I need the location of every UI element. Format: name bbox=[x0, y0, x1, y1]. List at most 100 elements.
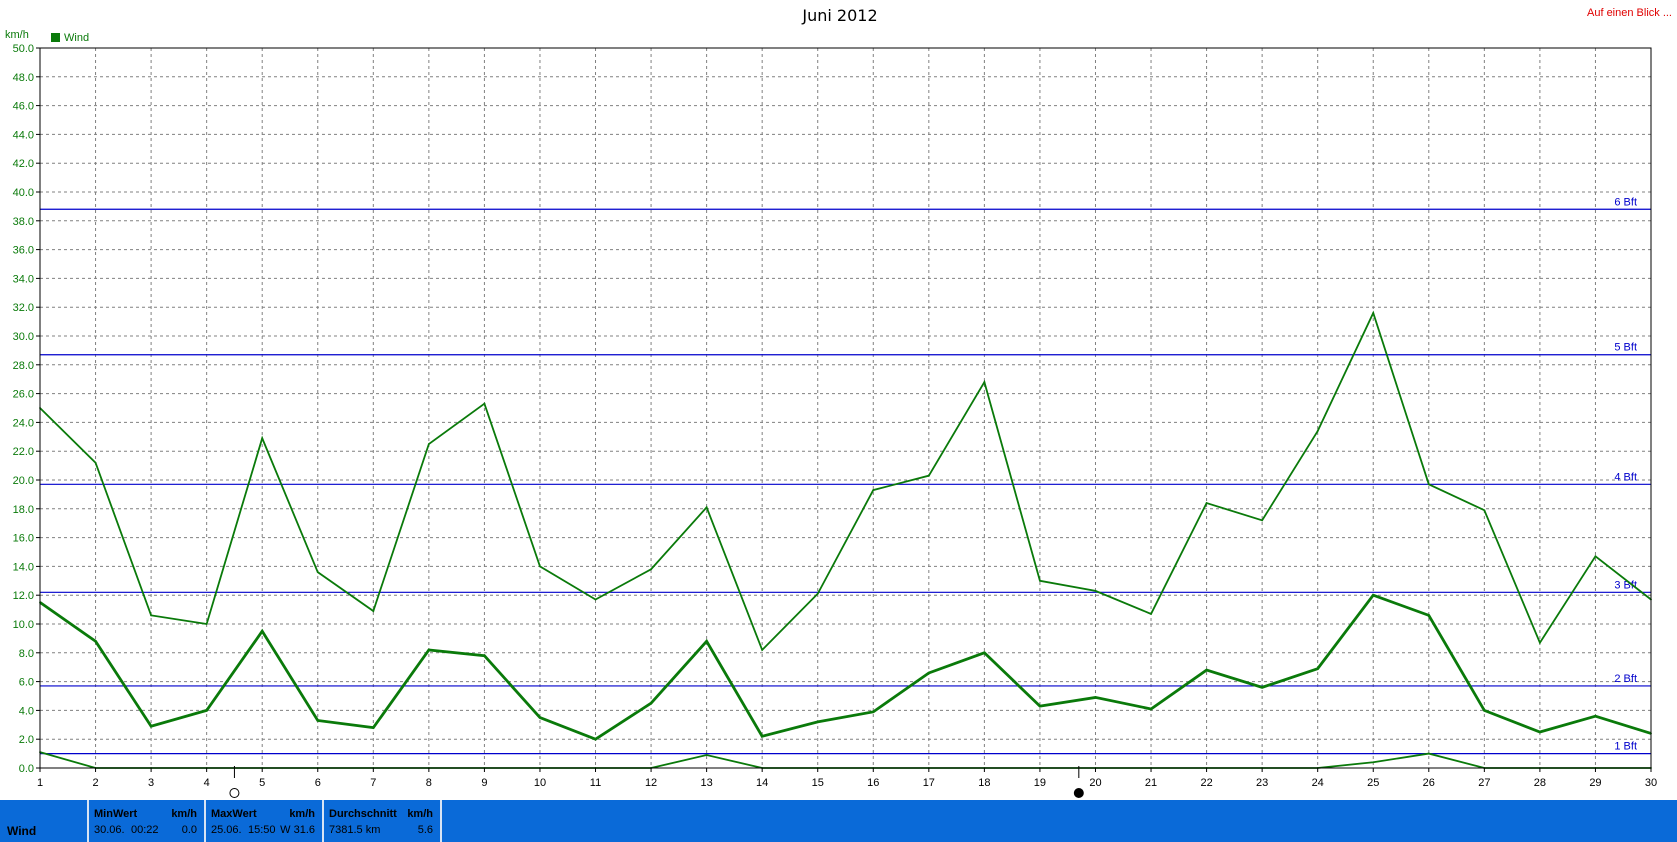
data-point-average bbox=[261, 630, 264, 633]
overview-link[interactable]: Auf einen Blick ... bbox=[1587, 7, 1672, 19]
x-tick-label: 17 bbox=[923, 777, 935, 789]
data-point-max bbox=[1427, 483, 1430, 486]
data-point-max bbox=[1594, 555, 1597, 558]
x-tick-label: 23 bbox=[1256, 777, 1268, 789]
data-point-max bbox=[1094, 589, 1097, 592]
data-point-average bbox=[1261, 686, 1264, 689]
x-tick-label: 28 bbox=[1534, 777, 1546, 789]
avg-unit: km/h bbox=[407, 808, 433, 820]
data-point-average bbox=[427, 649, 430, 651]
data-point-average bbox=[483, 654, 486, 657]
data-point-max bbox=[1039, 579, 1041, 582]
data-point-min bbox=[705, 754, 708, 756]
data-point-average bbox=[1094, 696, 1097, 699]
data-point-average bbox=[1483, 709, 1486, 712]
x-tick-label: 5 bbox=[259, 777, 265, 789]
x-tick-label: 30 bbox=[1645, 777, 1657, 789]
y-tick-label: 8.0 bbox=[19, 648, 34, 660]
y-tick-label: 4.0 bbox=[19, 705, 34, 717]
max-time: 15:50 bbox=[248, 824, 276, 836]
beaufort-label: 4 Bft bbox=[1614, 471, 1637, 483]
data-point-max bbox=[983, 381, 986, 383]
status-bar: Wind MinWert km/h 30.06. 00:22 0.0 MaxWe… bbox=[0, 800, 1677, 842]
data-point-average bbox=[594, 738, 597, 741]
y-tick-label: 18.0 bbox=[13, 504, 34, 516]
y-tick-label: 38.0 bbox=[13, 216, 34, 228]
axes: 0.0 2.0 4.0 6.0 8.0 10.0 12.0 14.0 16.0 18.0 20.0 2… bbox=[13, 43, 1658, 789]
data-point-average bbox=[983, 651, 986, 654]
data-point-max bbox=[761, 649, 764, 651]
data-point-max bbox=[1483, 509, 1486, 512]
avg-header: Durchschnitt bbox=[329, 808, 397, 820]
data-point-average bbox=[816, 721, 819, 723]
beaufort-label: 6 Bft bbox=[1614, 196, 1637, 208]
x-tick-label: 21 bbox=[1145, 777, 1157, 789]
x-tick-label: 18 bbox=[978, 777, 990, 789]
y-tick-label: 16.0 bbox=[13, 533, 34, 545]
data-point-max bbox=[1372, 312, 1375, 314]
y-tick-label: 44.0 bbox=[13, 129, 34, 141]
x-tick-label: 11 bbox=[590, 777, 601, 789]
data-point-average bbox=[205, 709, 208, 712]
x-tick-label: 12 bbox=[645, 777, 657, 789]
data-point-max bbox=[594, 598, 597, 601]
y-tick-label: 20.0 bbox=[13, 475, 34, 487]
x-tick-label: 29 bbox=[1589, 777, 1601, 789]
y-tick-label: 26.0 bbox=[13, 389, 34, 401]
data-point-average bbox=[650, 702, 652, 705]
data-point-average bbox=[372, 726, 375, 729]
x-tick-label: 25 bbox=[1367, 777, 1379, 789]
chart-title: Juni 2012 bbox=[801, 6, 877, 25]
y-tick-label: 14.0 bbox=[13, 561, 34, 573]
data-point-average bbox=[872, 710, 875, 713]
x-tick-label: 20 bbox=[1089, 777, 1101, 789]
beaufort-label: 5 Bft bbox=[1614, 342, 1637, 354]
x-tick-label: 1 bbox=[37, 777, 43, 789]
data-point-max bbox=[316, 571, 319, 574]
min-time: 00:22 bbox=[131, 824, 159, 836]
data-point-average bbox=[539, 716, 541, 719]
x-tick-label: 7 bbox=[370, 777, 376, 789]
y-axis-unit-label: km/h bbox=[5, 29, 29, 41]
x-tick-label: 24 bbox=[1312, 777, 1324, 789]
x-tick-label: 13 bbox=[700, 777, 712, 789]
data-point-max bbox=[150, 614, 153, 617]
full-moon-icon bbox=[229, 788, 240, 798]
data-point-max bbox=[705, 506, 708, 509]
status-row-label-cell: Wind bbox=[0, 800, 89, 842]
y-tick-label: 30.0 bbox=[13, 331, 34, 343]
data-point-average bbox=[316, 719, 319, 722]
x-tick-label: 10 bbox=[534, 777, 546, 789]
y-tick-label: 48.0 bbox=[13, 72, 34, 84]
min-unit: km/h bbox=[171, 808, 197, 820]
y-tick-label: 10.0 bbox=[13, 619, 34, 631]
y-tick-label: 50.0 bbox=[13, 43, 34, 55]
series-line-min bbox=[39, 751, 1651, 769]
x-tick-label: 3 bbox=[148, 777, 154, 789]
beaufort-label: 2 Bft bbox=[1614, 673, 1637, 685]
data-point-max bbox=[261, 437, 264, 440]
x-tick-label: 2 bbox=[92, 777, 98, 789]
data-point-average bbox=[1427, 614, 1430, 617]
data-point-max bbox=[372, 610, 375, 612]
data-point-average bbox=[1316, 667, 1319, 670]
beaufort-label: 1 Bft bbox=[1614, 741, 1637, 753]
max-date: 25.06. bbox=[211, 824, 242, 836]
x-tick-label: 16 bbox=[867, 777, 879, 789]
y-tick-label: 28.0 bbox=[13, 360, 34, 372]
data-point-average bbox=[1594, 715, 1597, 718]
x-tick-label: 26 bbox=[1423, 777, 1435, 789]
legend-label-wind[interactable]: Wind bbox=[64, 32, 89, 44]
y-tick-label: 36.0 bbox=[13, 245, 34, 257]
x-tick-label: 19 bbox=[1034, 777, 1046, 789]
data-point-max bbox=[427, 443, 430, 445]
status-min-cell: MinWert km/h 30.06. 00:22 0.0 bbox=[89, 800, 206, 842]
data-point-average bbox=[1372, 594, 1375, 597]
y-tick-label: 40.0 bbox=[13, 187, 34, 199]
status-avg-cell: Durchschnitt km/h 7381.5 km 5.6 bbox=[324, 800, 442, 842]
beaufort-reference-lines: 1 Bft2 Bft3 Bft4 Bft5 Bft6 Bft bbox=[40, 196, 1651, 755]
y-tick-label: 32.0 bbox=[13, 302, 34, 314]
max-header: MaxWert bbox=[211, 808, 257, 820]
min-date: 30.06. bbox=[94, 824, 125, 836]
data-point-max bbox=[539, 565, 541, 568]
